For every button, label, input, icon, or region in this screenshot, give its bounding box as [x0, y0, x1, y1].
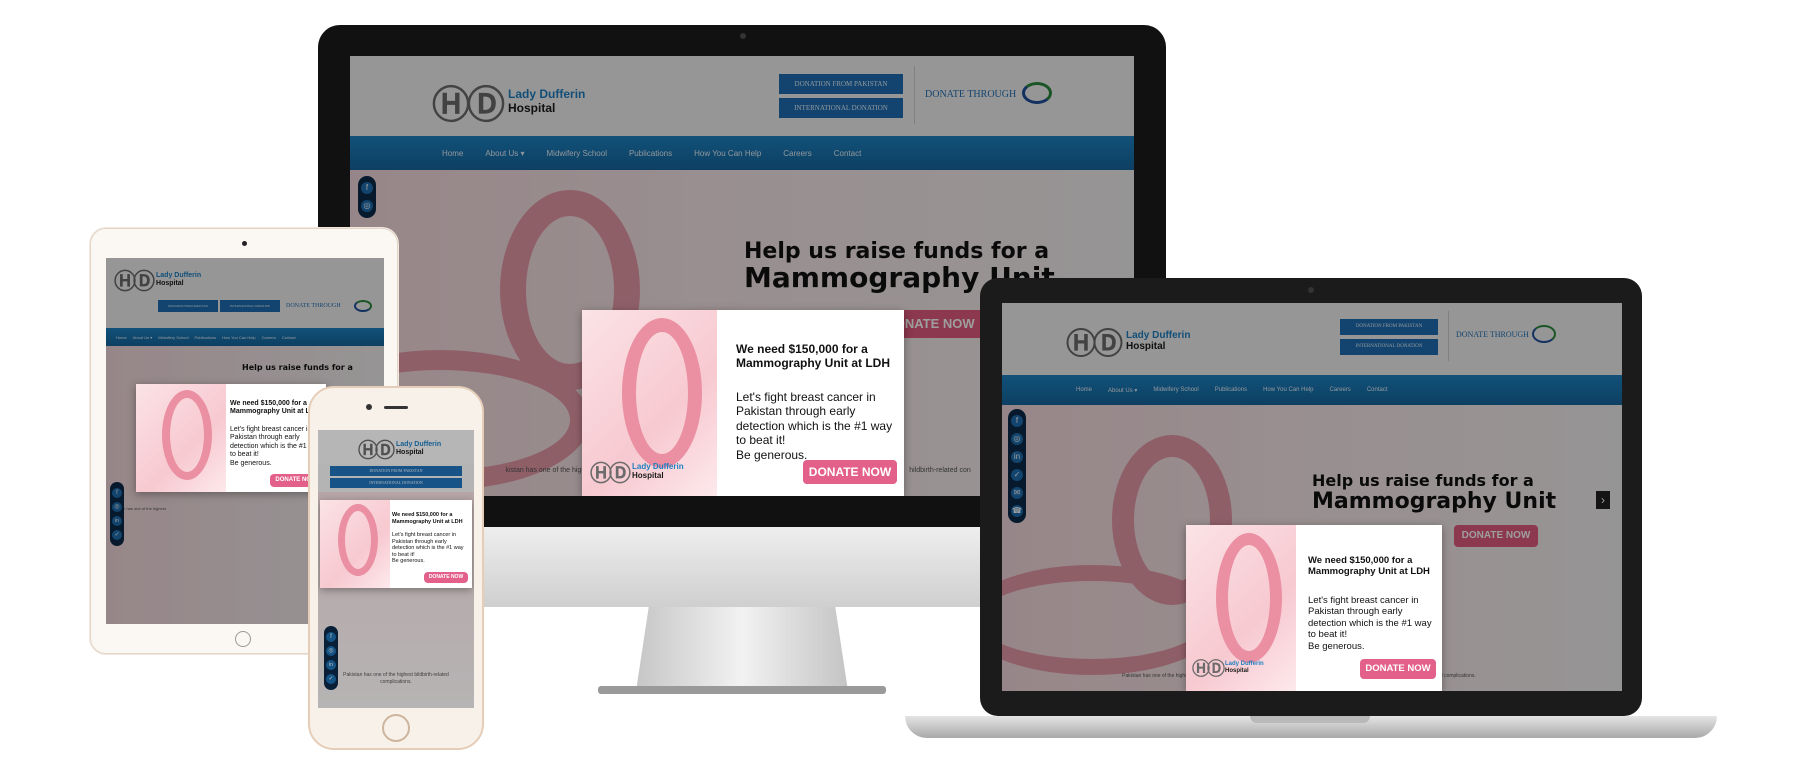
laptop-modal-logo-line2: Hospital	[1225, 668, 1249, 674]
modal-donate-button[interactable]: DONATE NOW	[803, 460, 897, 484]
tablet-modal-heading-1: We need $150,000 for a	[230, 400, 307, 407]
laptop-modal-body-1: Let's fight breast cancer in	[1308, 595, 1419, 606]
tablet-modal-ribbon	[162, 390, 212, 480]
modal-heading-line2: Mammography Unit at LDH	[736, 356, 891, 371]
phone-modal-art	[320, 500, 390, 588]
laptop-trackpad-notch	[1250, 716, 1370, 723]
modal-logo: ⒽⒹ Lady Dufferin Hospital	[590, 456, 684, 488]
tablet-donation-modal: We need $150,000 for a Mammography Unit …	[136, 384, 326, 492]
tablet-modal-heading-2: Mammography Unit at LDH	[230, 408, 320, 416]
laptop-donation-modal: ⒽⒹ Lady Dufferin Hospital We need $150,0…	[1186, 525, 1442, 691]
tablet-modal-art	[136, 384, 226, 492]
laptop-screen: ⒽⒹ Lady Dufferin Hospital DONATION FROM …	[1002, 303, 1622, 691]
modal-ribbon	[622, 318, 702, 468]
modal-heading: We need $150,000 for a Mammography Unit …	[736, 342, 890, 371]
modal-body: Let's fight breast cancer in Pakistan th…	[736, 390, 892, 462]
laptop-modal-logo: ⒽⒹ Lady Dufferin Hospital	[1192, 655, 1264, 681]
phone-modal-ribbon	[338, 504, 378, 576]
phone-modal-heading-2: Mammography Unit at LDH	[392, 518, 463, 525]
phone-modal-donate-button[interactable]: DONATE NOW	[424, 572, 468, 583]
laptop-modal-body-3: detection which is the #1 way	[1308, 617, 1432, 629]
laptop-modal-heading: We need $150,000 for a Mammography Unit …	[1308, 555, 1430, 578]
donation-modal: ⒽⒹ Lady Dufferin Hospital We need $150,0…	[582, 310, 904, 496]
laptop-modal-body-4: to beat it!	[1308, 629, 1348, 641]
laptop-modal-monogram-icon: ⒽⒹ	[1192, 659, 1225, 680]
imac-camera	[740, 33, 746, 39]
phone-modal-body-3: detection which is the #1 way	[392, 545, 464, 552]
laptop-camera	[1308, 287, 1314, 293]
phone-modal-heading: We need $150,000 for a Mammography Unit …	[392, 512, 463, 525]
laptop-modal-heading-2: Mammography Unit at LDH	[1308, 566, 1430, 578]
laptop-modal-body-5: Be generous.	[1308, 640, 1365, 652]
laptop-modal-logo-line1: Lady Dufferin	[1225, 661, 1264, 668]
phone-modal-body-1: Let's fight breast cancer in	[392, 532, 457, 538]
modal-body-line4: to beat it!	[736, 433, 786, 448]
laptop-modal-body-2: Pakistan through early	[1308, 606, 1403, 618]
modal-logo-line2: Hospital	[632, 471, 664, 480]
phone-modal-body: Let's fight breast cancer in Pakistan th…	[392, 532, 464, 565]
modal-monogram-icon: ⒽⒹ	[590, 461, 631, 487]
modal-body-line1: Let's fight breast cancer in	[736, 390, 876, 404]
phone-speaker	[384, 406, 408, 409]
phone-modal-body-4: to beat it!	[392, 551, 415, 558]
modal-body-line3: detection which is the #1 way	[736, 418, 893, 433]
phone-modal-body-5: Be generous.	[392, 558, 425, 565]
phone-screen: ⒽⒹ Lady Dufferin Hospital DONATION FROM …	[318, 430, 474, 708]
tablet-camera	[242, 241, 247, 246]
laptop-modal-body: Let's fight breast cancer in Pakistan th…	[1308, 595, 1432, 652]
laptop-modal-ribbon	[1216, 533, 1282, 663]
phone-modal-body-2: Pakistan through early	[392, 538, 447, 545]
tablet-home-button[interactable]	[235, 631, 251, 647]
imac-stand	[636, 607, 848, 691]
modal-body-line2: Pakistan through early	[736, 404, 856, 419]
phone-donation-modal: We need $150,000 for a Mammography Unit …	[320, 500, 472, 588]
modal-heading-line1: We need $150,000 for a	[736, 342, 868, 356]
laptop-modal-donate-button[interactable]: DONATE NOW	[1360, 659, 1436, 679]
imac-stand-base	[598, 686, 886, 694]
phone-modal-heading-1: We need $150,000 for a	[392, 512, 453, 518]
phone-home-button[interactable]	[382, 714, 410, 742]
apple-logo-icon	[722, 545, 762, 589]
laptop-modal-heading-1: We need $150,000 for a	[1308, 555, 1413, 566]
tablet-modal-heading: We need $150,000 for a Mammography Unit …	[230, 400, 320, 417]
phone-camera	[366, 404, 372, 410]
